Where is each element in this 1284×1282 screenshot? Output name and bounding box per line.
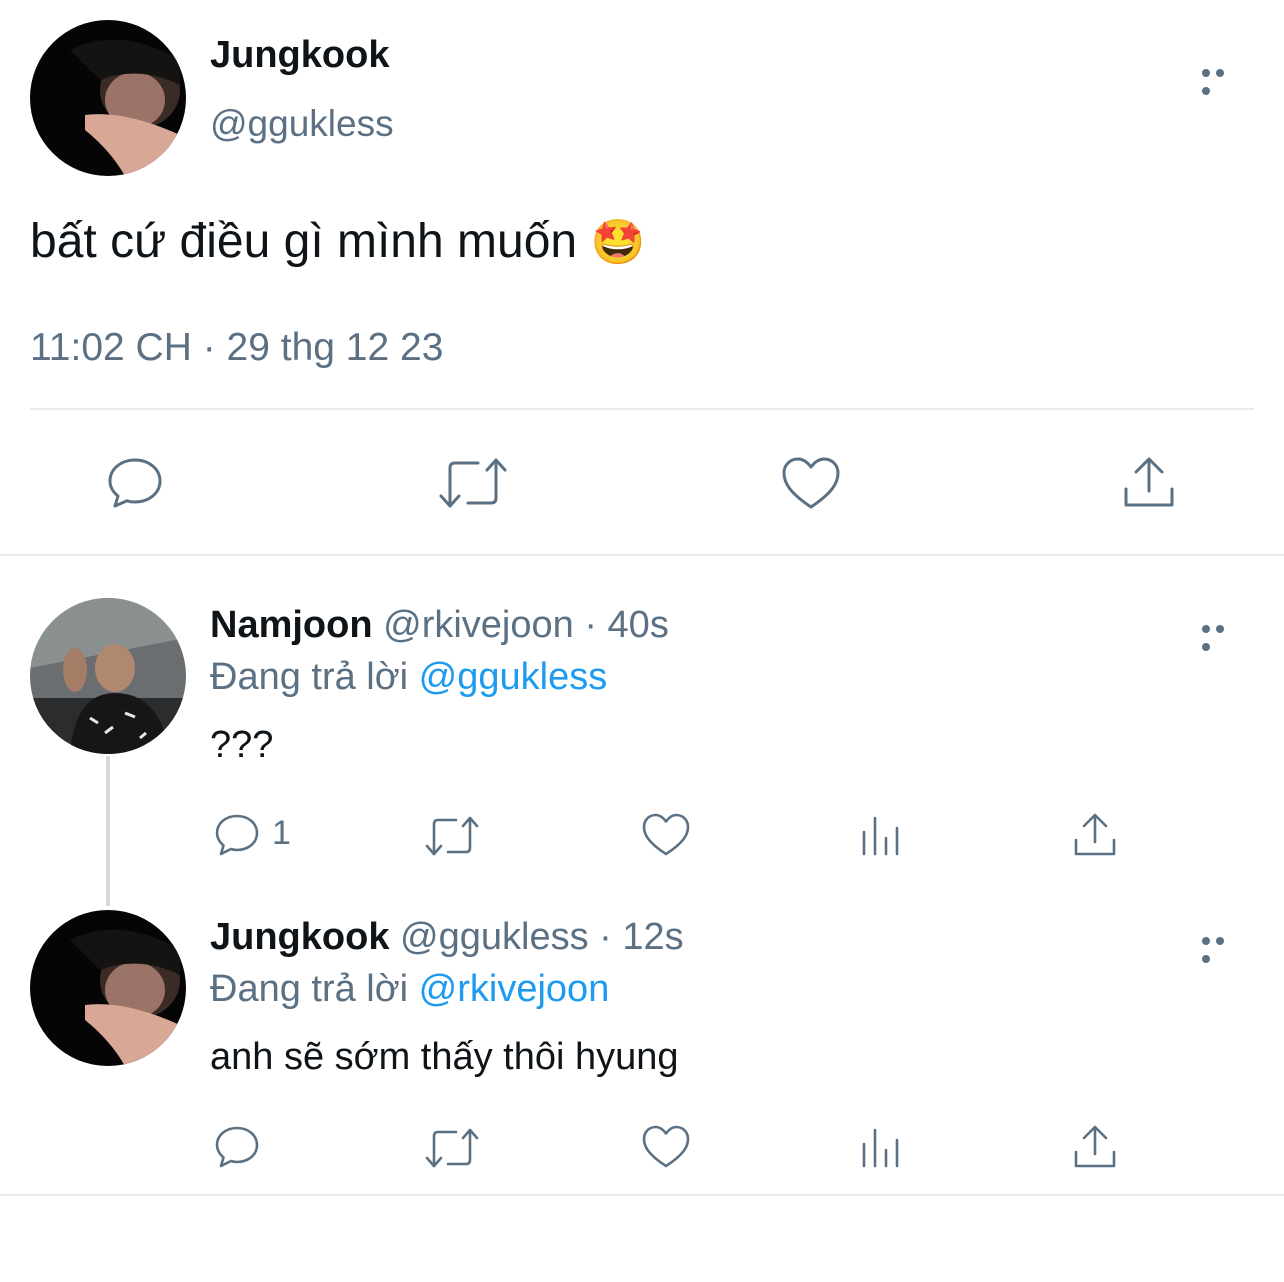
tweet-text: bất cứ điều gì mình muốn — [30, 215, 578, 268]
author-name[interactable]: Jungkook — [210, 34, 389, 77]
more-icon[interactable] — [1202, 64, 1242, 95]
reply-author-handle[interactable]: @rkivejoon — [383, 604, 574, 646]
reply-header: Namjoon @rkivejoon · 40s — [210, 604, 669, 647]
analytics-icon[interactable] — [860, 814, 902, 856]
retweet-icon[interactable] — [424, 814, 480, 858]
reply-author-name[interactable]: Jungkook — [210, 916, 389, 958]
reply-author-name[interactable]: Namjoon — [210, 604, 373, 646]
reply-count: 1 — [272, 814, 291, 852]
replying-to-handle[interactable]: @ggukless — [419, 656, 608, 698]
analytics-icon[interactable] — [860, 1126, 902, 1168]
share-icon[interactable] — [1122, 455, 1176, 511]
author-avatar[interactable] — [30, 20, 186, 176]
divider — [30, 408, 1254, 410]
reply-header: Jungkook @ggukless · 12s — [210, 916, 684, 959]
reply-author-handle[interactable]: @ggukless — [400, 916, 589, 958]
retweet-icon[interactable] — [424, 1126, 480, 1170]
reply-avatar[interactable] — [30, 910, 186, 1066]
retweet-icon[interactable] — [438, 456, 508, 510]
section-divider — [0, 1194, 1284, 1196]
replying-to-handle[interactable]: @rkivejoon — [419, 968, 610, 1010]
share-icon[interactable] — [1073, 1124, 1117, 1170]
section-divider — [0, 554, 1284, 556]
star-struck-emoji: 🤩 — [590, 218, 646, 267]
reply-icon[interactable] — [106, 454, 164, 512]
replying-to-prefix: Đang trả lời — [210, 968, 419, 1010]
author-handle[interactable]: @ggukless — [210, 103, 394, 145]
thread-line — [106, 756, 110, 906]
like-icon[interactable] — [641, 1124, 691, 1170]
reply-icon[interactable] — [214, 1124, 260, 1170]
replying-to-prefix: Đang trả lời — [210, 656, 419, 698]
like-icon[interactable] — [641, 812, 691, 858]
more-icon[interactable] — [1202, 932, 1242, 963]
reply-time[interactable]: · 12s — [589, 916, 684, 958]
reply-icon — [215, 814, 259, 856]
tweet-text-row: bất cứ điều gì mình muốn 🤩 — [30, 214, 645, 269]
reply-time[interactable]: · 40s — [574, 604, 669, 646]
tweet-timestamp[interactable]: 11:02 CH · 29 thg 12 23 — [30, 326, 443, 370]
reply-text: anh sẽ sớm thấy thôi hyung — [210, 1036, 679, 1078]
like-icon[interactable] — [780, 455, 842, 511]
reply-avatar[interactable] — [30, 598, 186, 754]
replying-to: Đang trả lời @rkivejoon — [210, 968, 609, 1011]
reply-text: ??? — [210, 724, 274, 766]
more-icon[interactable] — [1202, 620, 1242, 651]
share-icon[interactable] — [1073, 812, 1117, 858]
replying-to: Đang trả lời @ggukless — [210, 656, 607, 699]
